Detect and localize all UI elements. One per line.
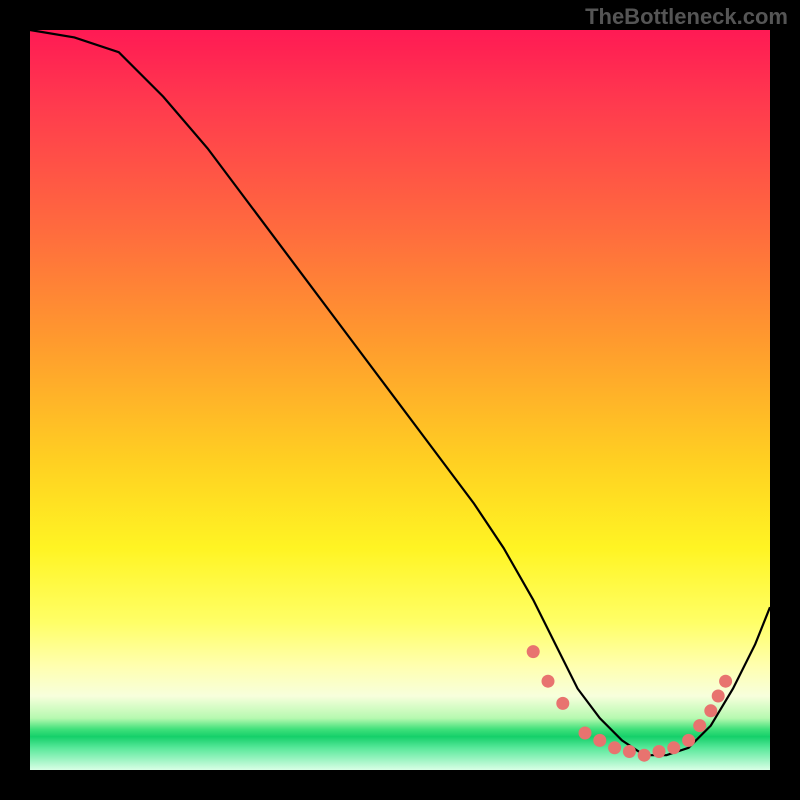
curve-marker — [667, 741, 680, 754]
curve-marker — [638, 749, 651, 762]
curve-marker — [712, 690, 725, 703]
curve-marker — [556, 697, 569, 710]
plot-area — [30, 30, 770, 770]
bottleneck-curve-line — [30, 30, 770, 755]
chart-svg — [30, 30, 770, 770]
curve-marker — [527, 645, 540, 658]
curve-marker — [693, 719, 706, 732]
curve-marker — [682, 734, 695, 747]
curve-marker — [653, 745, 666, 758]
watermark-text: TheBottleneck.com — [585, 4, 788, 30]
curve-marker — [719, 675, 732, 688]
curve-marker — [542, 675, 555, 688]
curve-marker — [579, 727, 592, 740]
curve-marker — [704, 704, 717, 717]
curve-marker — [623, 745, 636, 758]
curve-marker — [593, 734, 606, 747]
curve-marker — [608, 741, 621, 754]
